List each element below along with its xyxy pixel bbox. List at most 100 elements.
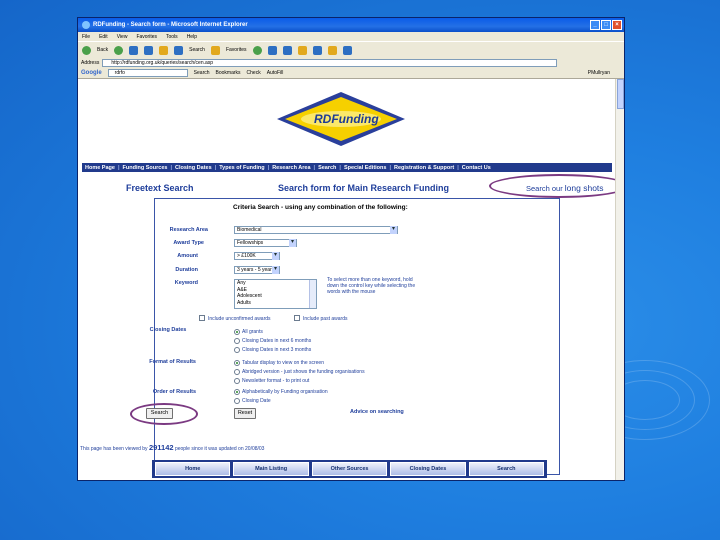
maximize-button[interactable]: □ <box>601 20 611 30</box>
page-content: RDFunding Home Page | Funding Sources | Cl… <box>78 79 624 480</box>
print-icon[interactable] <box>282 45 292 55</box>
criteria-heading: Criteria Search - using any combination … <box>233 204 408 211</box>
google-search-input[interactable]: rdrfo <box>107 69 188 77</box>
home-icon[interactable] <box>159 45 169 55</box>
nav-closing-dates[interactable]: Closing Dates <box>172 165 215 171</box>
closing-all-radio[interactable] <box>234 329 240 335</box>
research-area-label: Research Area <box>169 227 208 233</box>
address-input[interactable]: http://rdfunding.org.uk/queries/search/c… <box>102 59 558 67</box>
window-title: RDFunding - Search form - Microsoft Inte… <box>93 22 248 28</box>
google-bookmarks-button[interactable]: Bookmarks <box>216 70 241 76</box>
page-counter: This page has been viewed by 291142 peop… <box>80 443 264 452</box>
nav-special-editions[interactable]: Special Editions <box>341 165 389 171</box>
back-icon[interactable] <box>82 45 91 55</box>
amount-select[interactable]: > £100K <box>234 252 280 260</box>
order-closing-radio[interactable] <box>234 398 240 404</box>
keyword-listbox[interactable]: Any A&E Adolescent Adults <box>234 279 317 309</box>
vertical-scrollbar[interactable] <box>615 79 624 480</box>
counter-prefix: This page has been viewed by <box>80 446 148 452</box>
close-button[interactable]: × <box>612 20 622 30</box>
favorites-label[interactable]: Favorites <box>226 47 247 53</box>
nav-research-area[interactable]: Research Area <box>269 165 313 171</box>
scrollbar-thumb[interactable] <box>617 79 624 109</box>
closing-3months-label: Closing Dates in next 3 months <box>242 347 312 353</box>
include-unconfirmed-label: Include unconfirmed awards <box>208 316 271 322</box>
highlight-ellipse-search <box>130 403 198 425</box>
menu-edit[interactable]: Edit <box>99 34 108 40</box>
closing-6months-label: Closing Dates in next 6 months <box>242 338 312 344</box>
mail-icon[interactable] <box>267 45 277 55</box>
menu-tools[interactable]: Tools <box>166 34 178 40</box>
research-area-select[interactable]: Biomedical <box>234 226 398 234</box>
keyword-option[interactable]: Adults <box>237 300 316 307</box>
menu-view[interactable]: View <box>117 34 128 40</box>
bottom-nav-other-sources[interactable]: Other Sources <box>311 462 388 476</box>
back-label[interactable]: Back <box>97 47 108 53</box>
freetext-search-link[interactable]: Freetext Search <box>126 183 194 193</box>
minimize-button[interactable]: _ <box>590 20 600 30</box>
include-past-label: Include past awards <box>303 316 348 322</box>
search-label[interactable]: Search <box>189 47 205 53</box>
browser-window: RDFunding - Search form - Microsoft Inte… <box>77 17 625 481</box>
edit-icon[interactable] <box>297 45 307 55</box>
google-search-button[interactable]: Search <box>194 70 210 76</box>
nav-funding-sources[interactable]: Funding Sources <box>120 165 171 171</box>
format-abridged-radio[interactable] <box>234 369 240 375</box>
menu-help[interactable]: Help <box>187 34 197 40</box>
google-check-button[interactable]: Check <box>247 70 261 76</box>
counter-suffix: people since it was updated on 20/08/03 <box>174 446 265 452</box>
google-autofill-button[interactable]: AutoFill <box>267 70 284 76</box>
google-profile[interactable]: PMullryan <box>588 70 610 76</box>
award-type-select[interactable]: Fellowships <box>234 239 297 247</box>
amount-label: Amount <box>177 253 198 259</box>
google-toolbar: Google rdrfo Search Bookmarks Check Auto… <box>78 68 624 79</box>
reset-button[interactable]: Reset <box>234 408 256 419</box>
forward-icon[interactable] <box>114 45 124 55</box>
rdfunding-logo[interactable]: RDFunding <box>276 91 406 147</box>
standard-toolbar: Back Search Favorites <box>78 41 624 58</box>
search-icon[interactable] <box>174 45 184 55</box>
nav-home-page[interactable]: Home Page <box>82 165 118 171</box>
counter-value: 291142 <box>148 443 174 452</box>
format-label: Format of Results <box>149 359 196 365</box>
bottom-nav-closing-dates[interactable]: Closing Dates <box>390 462 466 476</box>
nav-search[interactable]: Search <box>315 165 339 171</box>
closing-6months-radio[interactable] <box>234 338 240 344</box>
bottom-nav-search[interactable]: Search <box>468 462 545 476</box>
stop-icon[interactable] <box>129 45 139 55</box>
google-logo[interactable]: Google <box>81 70 102 76</box>
closing-3months-radio[interactable] <box>234 347 240 353</box>
nav-registration-support[interactable]: Registration & Support <box>391 165 457 171</box>
order-label: Order of Results <box>152 389 196 395</box>
discuss-icon[interactable] <box>312 45 322 55</box>
page-title: Search form for Main Research Funding <box>278 183 450 193</box>
keyword-label: Keyword <box>174 280 198 286</box>
award-type-label: Award Type <box>173 240 204 246</box>
criteria-form-box <box>154 198 560 475</box>
messenger-icon[interactable] <box>342 45 352 55</box>
advice-link[interactable]: Advice on searching <box>350 409 404 415</box>
include-past-checkbox[interactable] <box>294 315 300 321</box>
keyword-hint: To select more than one keyword, hold do… <box>327 277 416 295</box>
duration-select[interactable]: 3 years - 5 years <box>234 266 280 274</box>
history-icon[interactable] <box>252 45 262 55</box>
format-tabular-radio[interactable] <box>234 360 240 366</box>
order-closing-label: Closing Date <box>242 398 271 404</box>
window-controls: _ □ × <box>590 20 622 30</box>
menu-file[interactable]: File <box>82 34 90 40</box>
format-newsletter-radio[interactable] <box>234 378 240 384</box>
bottom-nav-main-listing[interactable]: Main Listing <box>233 462 309 476</box>
folder-icon[interactable] <box>327 45 337 55</box>
order-alpha-radio[interactable] <box>234 389 240 395</box>
nav-types-of-funding[interactable]: Types of Funding <box>216 165 267 171</box>
highlight-ellipse-long-shots <box>489 174 624 198</box>
nav-contact-us[interactable]: Contact Us <box>459 165 494 171</box>
title-bar: RDFunding - Search form - Microsoft Inte… <box>78 18 624 32</box>
menu-bar: File Edit View Favorites Tools Help <box>78 32 624 41</box>
favorites-icon[interactable] <box>210 45 220 55</box>
bottom-nav-home[interactable]: Home <box>155 462 231 476</box>
include-unconfirmed-checkbox[interactable] <box>199 315 205 321</box>
refresh-icon[interactable] <box>144 45 154 55</box>
ie-icon <box>82 21 90 29</box>
menu-favorites[interactable]: Favorites <box>136 34 157 40</box>
